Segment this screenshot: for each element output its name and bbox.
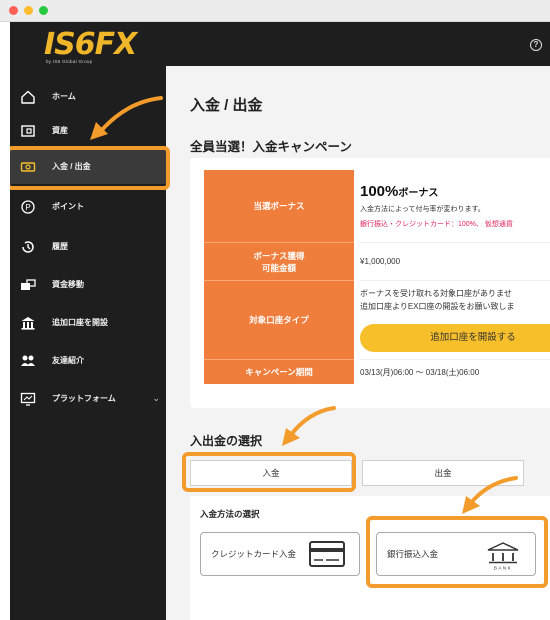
history-icon [22,241,34,253]
points-icon: P [21,200,35,214]
top-header: ? [166,22,550,66]
svg-text:P: P [25,203,30,212]
account-note-line1: ボーナスを受け取れる対象口座がありませ [360,289,512,298]
home-icon [21,90,35,104]
campaign-title: 全員当選！入金キャンペーン [190,140,352,154]
arrow-to-deposit-tab [282,406,336,446]
bonus-value: 100%ボーナス [360,183,439,200]
maximize-window-button[interactable] [39,6,48,15]
deposit-withdraw-select-title: 入出金の選択 [190,434,263,448]
highlight-deposit-tab [182,452,356,492]
help-icon[interactable]: ? [530,39,542,51]
bonus-description: 入金方法によって付与率が変わります。 [360,206,485,213]
bonus-amount: ¥1,000,000 [360,257,401,266]
close-window-button[interactable] [9,6,18,15]
app-window: IS6FX by IS6 Global Group ホーム 資産 入金 / 出金… [10,22,550,620]
sidebar-item-add-account[interactable]: 追加口座を開設 [10,306,166,340]
chevron-down-icon: ⌄ [152,393,160,403]
campaign-row-period: キャンペーン期間 03/13(月)06:00 〜 03/18(土)06:00 [204,360,550,384]
page-title: 入金 / 出金 [190,97,263,114]
sidebar-item-history[interactable]: 履歴 [10,230,166,264]
sidebar-item-transfer[interactable]: 資金移動 [10,268,166,302]
sidebar-item-platform[interactable]: プラットフォーム ⌄ [10,382,166,416]
window-titlebar [0,0,550,22]
arrow-to-nav [90,96,163,140]
campaign-row-account-type: 対象口座タイプ ボーナスを受け取れる対象口座がありませ 追加口座よりEX口座の開… [204,281,550,360]
wallet-icon [21,125,35,137]
campaign-period: 03/13(月)06:00 〜 03/18(土)06:00 [360,368,480,377]
transfer-icon [21,279,36,290]
open-additional-account-button[interactable]: 追加口座を開設する [360,324,550,352]
highlight-deposit-withdraw-nav [10,146,170,190]
sidebar-item-referral[interactable]: 友達紹介 [10,344,166,378]
highlight-bank-transfer-option [366,516,548,588]
deposit-method-title: 入金方法の選択 [200,509,260,519]
account-note-line2: 追加口座よりEX口座の開設をお願い致しま [360,302,515,311]
sidebar-item-points[interactable]: P ポイント [10,190,166,224]
monitor-icon [20,392,36,406]
arrow-to-bank-option [462,476,518,514]
people-icon [21,355,35,366]
credit-card-icon [309,541,345,567]
brand-logo[interactable]: IS6FX by IS6 Global Group [44,28,144,68]
credit-card-deposit-option[interactable]: クレジットカード入金 [200,532,360,576]
bank-building-icon [21,317,35,330]
campaign-row-bonus: 当選ボーナス 100%ボーナス 入金方法によって付与率が変わります。 銀行振込・… [204,170,550,243]
bonus-rate-note: 銀行振込・クレジットカード：100%、 仮想通貨 [360,221,513,228]
campaign-row-amount: ボーナス獲得 可能金額 ¥1,000,000 [204,243,550,281]
minimize-window-button[interactable] [24,6,33,15]
campaign-card: 当選ボーナス 100%ボーナス 入金方法によって付与率が変わります。 銀行振込・… [190,158,550,408]
